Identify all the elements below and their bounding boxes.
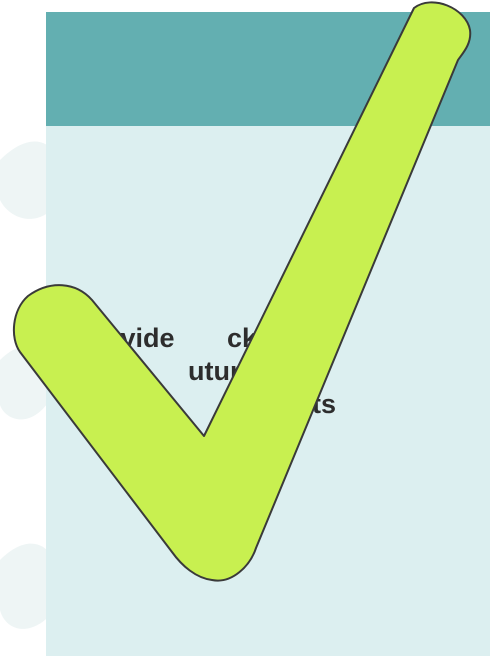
checkmark-icon: [12, 1, 472, 582]
